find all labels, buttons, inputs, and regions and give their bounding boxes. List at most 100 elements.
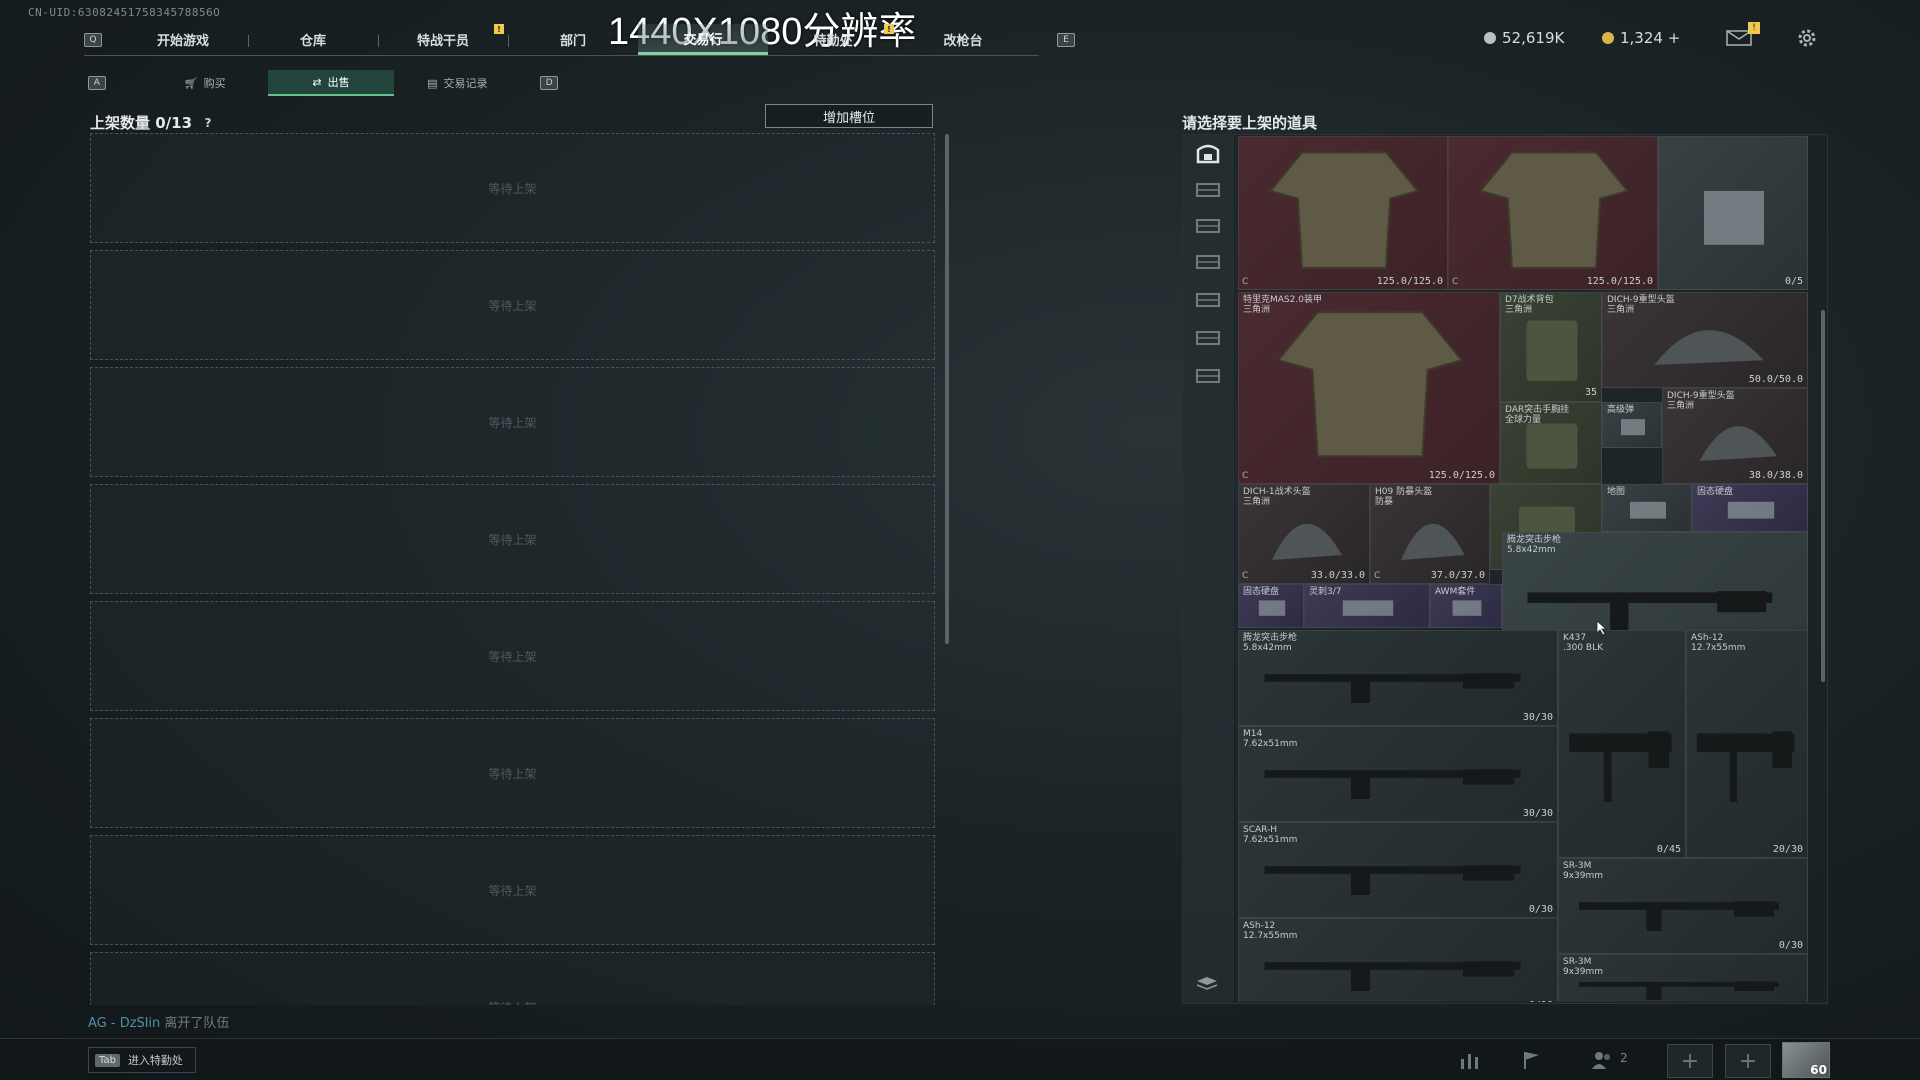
mail-badge: ! [1748,22,1760,34]
attachment-item[interactable]: 固态硬盘 [1238,584,1304,628]
container-category-icon[interactable] [1194,214,1222,238]
item[interactable]: 0/5 [1658,136,1808,290]
item-name: 高级弹 [1607,405,1635,415]
item-name: SCAR-H 7.62x51mm [1243,825,1298,845]
tab-start-game[interactable]: 开始游戏 [118,24,248,55]
item-durability: 37.0/37.0 [1430,570,1485,581]
invite-slot-button[interactable]: + [1667,1044,1713,1078]
tab-buy[interactable]: 🛒︎ 购买 [142,70,268,96]
cart-icon: 🛒︎ [183,76,198,90]
tab-special-ops[interactable]: 特勤处! [768,24,898,55]
item-rarity-tag: C [1242,471,1249,481]
tab-divider [898,35,899,47]
gear-item[interactable]: D7战术背包 三角洲 35 [1500,292,1602,402]
help-icon[interactable]: ? [200,115,216,131]
item-name: ASh-12 12.7x55mm [1691,633,1746,653]
listing-slot[interactable]: 等待上架 [90,133,935,243]
item-icon [1704,190,1764,245]
chat-text: 离开了队伍 [164,1016,230,1031]
weapon-item[interactable]: SCAR-H 7.62x51mm 0/30 [1238,822,1558,918]
armor-vest-icon [1478,151,1630,269]
layers-icon[interactable] [1196,976,1218,992]
listing-slot[interactable]: 等待上架 [90,952,935,1005]
weapon-item[interactable]: ASh-12 12.7x55mm 20/30 [1686,630,1808,858]
weapon-item[interactable]: 腾龙突击步枪 5.8x42mm 30/30 [1238,630,1558,726]
listing-slot[interactable]: 等待上架 [90,250,935,360]
tab-operators[interactable]: 特战干员! [378,24,508,55]
item-name: M14 7.62x51mm [1243,729,1298,749]
avatar[interactable]: 60 [1782,1042,1830,1078]
gear-item[interactable]: DAR突击手胸挂 全球力量 [1500,402,1602,484]
container-category-icon[interactable] [1194,250,1222,274]
item[interactable]: 高级弹 [1602,402,1662,448]
special-ops-shortcut[interactable]: Tab 进入特勤处 [88,1047,196,1073]
tab-gunsmith[interactable]: 改枪台 [898,24,1028,55]
weapon-item[interactable]: SR-3M 9x39mm [1558,954,1808,1002]
listing-slot[interactable]: 等待上架 [90,367,935,477]
invite-slot-button[interactable]: + [1725,1044,1771,1078]
tab-trade-records[interactable]: ▤ 交易记录 [394,70,520,96]
subnav-right-key[interactable]: D [540,76,558,90]
friends-icon[interactable] [1590,1049,1614,1071]
rifle-icon [1569,731,1672,802]
weapon-item[interactable]: SR-3M 9x39mm 0/30 [1558,858,1808,954]
listing-scrollbar[interactable] [945,134,949,644]
item-ammo-count: 0/30 [1778,940,1803,951]
currency-primary-value: 52,619K [1502,29,1565,47]
listing-count: 上架数量 0/13 [90,114,193,132]
weapon-item[interactable]: ASh-12 12.7x55mm 0/10 [1238,918,1558,1002]
helmet-item[interactable]: DICH-9重型头盔 三角洲 50.0/50.0 [1602,292,1808,388]
inventory-grid: 125.0/125.0 C 125.0/125.0 C 0/5 特里克MAS2.0装甲 三… [1238,136,1812,1002]
attachment-item[interactable]: 固态硬盘 [1692,484,1808,532]
item-durability: 125.0/125.0 [1428,470,1495,481]
nav-left-key[interactable]: Q [84,33,102,47]
tab-warehouse[interactable]: 仓库 [248,24,378,55]
armor-category-icon[interactable] [1194,142,1222,166]
armor-item[interactable]: 125.0/125.0 C [1238,136,1448,290]
listing-slot[interactable]: 等待上架 [90,718,935,828]
item-rarity-tag: C [1242,571,1249,581]
attachment-item[interactable]: AWM套件 [1430,584,1502,628]
container-category-icon[interactable] [1194,288,1222,312]
container-category-icon[interactable] [1194,326,1222,350]
gear-icon[interactable] [1796,27,1818,49]
tab-label: 特战干员 [416,34,469,49]
nav-right-key[interactable]: E [1057,33,1075,47]
armor-item[interactable]: 125.0/125.0 C [1448,136,1658,290]
item-rarity-tag: C [1242,277,1249,287]
flag-icon[interactable] [1520,1049,1544,1071]
add-slot-button[interactable]: 增加槽位 [765,104,933,128]
helmet-item[interactable]: H09 防暴头盔 防暴 37.0/37.0 C [1370,484,1490,584]
item-name: 腾龙突击步枪 5.8x42mm [1243,633,1298,653]
item-name: 腾龙突击步枪 5.8x42mm [1507,535,1562,555]
item-name: DICH-9重型头盔 三角洲 [1607,295,1675,315]
tab-sell[interactable]: ⇄ 出售 [267,70,395,96]
helmet-item[interactable]: DICH-9重型头盔 三角洲 38.0/38.0 [1662,388,1808,484]
item[interactable]: 地图 [1602,484,1692,532]
container-category-icon[interactable] [1194,364,1222,388]
armor-vest-icon [1268,151,1420,269]
subnav-left-key[interactable]: A [88,76,106,90]
tab-trading[interactable]: 交易行 [638,24,768,55]
item-name: DICH-9重型头盔 三角洲 [1667,391,1735,411]
uid-label: CN-UID:6308245175834578856O [28,6,221,19]
item-name: DICH-1战术头盔 三角洲 [1243,487,1311,507]
armor-item[interactable]: 特里克MAS2.0装甲 三角洲 125.0/125.0 C [1238,292,1500,484]
attachment-item[interactable]: 灵刺3/7 [1304,584,1430,628]
tab-divider [248,35,249,47]
tab-department[interactable]: 部门 [508,24,638,55]
currency-secondary[interactable]: 1,324 + [1602,29,1680,47]
helmet-item[interactable]: DICH-1战术头盔 三角洲 33.0/33.0 C [1238,484,1370,584]
tab-keycap: Tab [95,1053,120,1067]
listing-slot[interactable]: 等待上架 [90,484,935,594]
weapon-item[interactable]: K437 .300 BLK 0/45 [1558,630,1686,858]
container-category-icon[interactable] [1194,178,1222,202]
inventory-scrollbar[interactable] [1821,310,1825,682]
gold-coin-icon [1602,32,1614,44]
weapon-item[interactable]: M14 7.62x51mm 30/30 [1238,726,1558,822]
tab-divider [508,35,509,47]
listing-slot[interactable]: 等待上架 [90,601,935,711]
stats-icon[interactable] [1458,1049,1482,1071]
listing-slot[interactable]: 等待上架 [90,835,935,945]
item-durability: 125.0/125.0 [1586,276,1653,287]
